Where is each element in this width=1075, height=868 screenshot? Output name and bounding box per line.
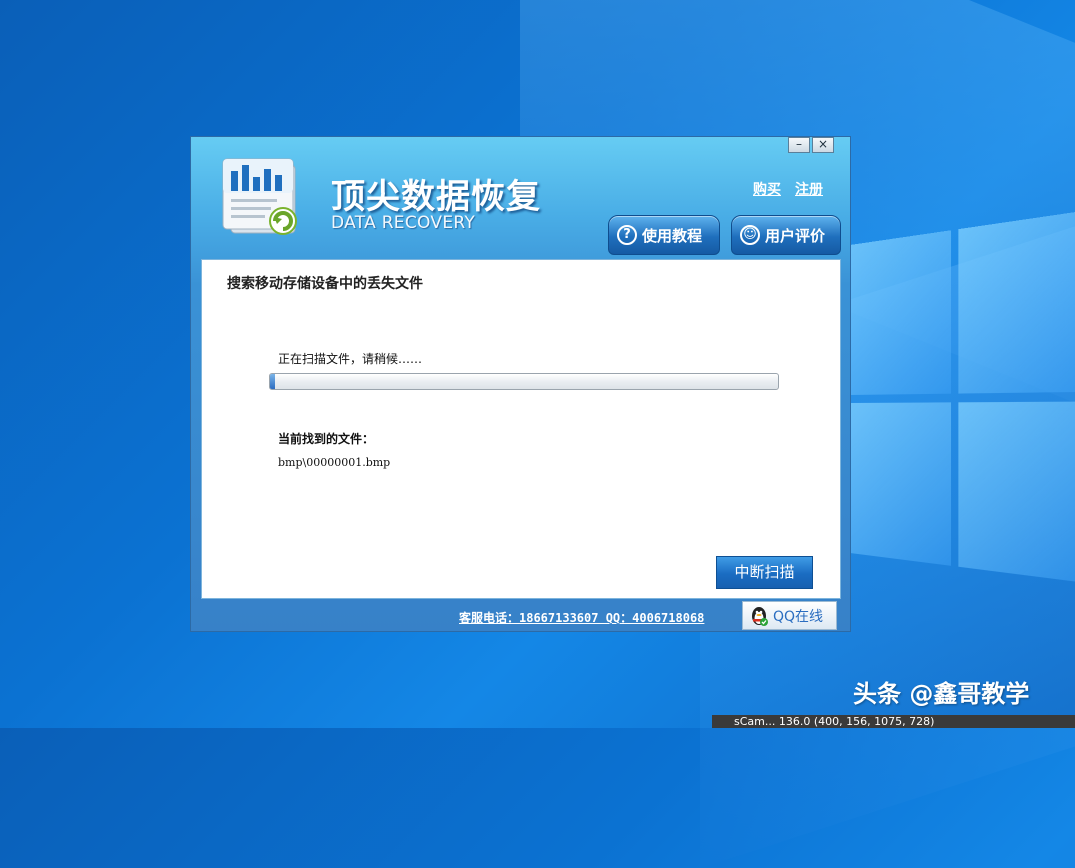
qq-online-label: QQ在线 (773, 608, 824, 625)
app-title: 顶尖数据恢复 (331, 177, 541, 217)
scan-status-text: 正在扫描文件，请稍候…… (278, 352, 423, 366)
qq-online-button[interactable]: QQ在线 (742, 601, 837, 630)
minimize-button[interactable]: – (788, 137, 810, 153)
register-link[interactable]: 注册 (795, 179, 823, 199)
tutorial-button-label: 使用教程 (642, 226, 703, 245)
contact-info-link[interactable]: 客服电话：18667133607 QQ：4006718068 (459, 609, 704, 626)
user-review-button-label: 用户评价 (765, 226, 826, 245)
question-icon: ? (617, 225, 637, 245)
qq-penguin-icon (749, 605, 769, 627)
buy-link[interactable]: 购买 (753, 179, 781, 199)
app-subtitle: DATA RECOVERY (331, 213, 476, 233)
stop-scan-button[interactable]: 中断扫描 (716, 556, 813, 589)
close-button[interactable]: × (812, 137, 834, 153)
screen-capture-tooltip: sCam... 136.0 (400, 156, 1075, 728) (712, 715, 1075, 728)
app-logo-icon (217, 157, 307, 241)
progress-fill (270, 374, 276, 389)
scan-panel: 搜索移动存储设备中的丢失文件 正在扫描文件，请稍候…… 当前找到的文件： bmp… (201, 259, 841, 599)
review-icon: ☺ (740, 225, 760, 245)
watermark-text: 头条 @鑫哥教学 (853, 680, 1030, 708)
found-files-label: 当前找到的文件： (278, 432, 375, 446)
scan-progress-bar (269, 373, 779, 390)
tutorial-button[interactable]: ? 使用教程 (608, 215, 720, 255)
found-file-path: bmp\00000001.bmp (278, 456, 391, 469)
windows-logo (850, 207, 1075, 613)
user-review-button[interactable]: ☺ 用户评价 (731, 215, 841, 255)
panel-heading: 搜索移动存储设备中的丢失文件 (227, 276, 423, 292)
app-window: – × 顶尖数据恢复 DATA RECOVERY 购买 注册 ? 使用教程 ☺ … (190, 136, 851, 632)
